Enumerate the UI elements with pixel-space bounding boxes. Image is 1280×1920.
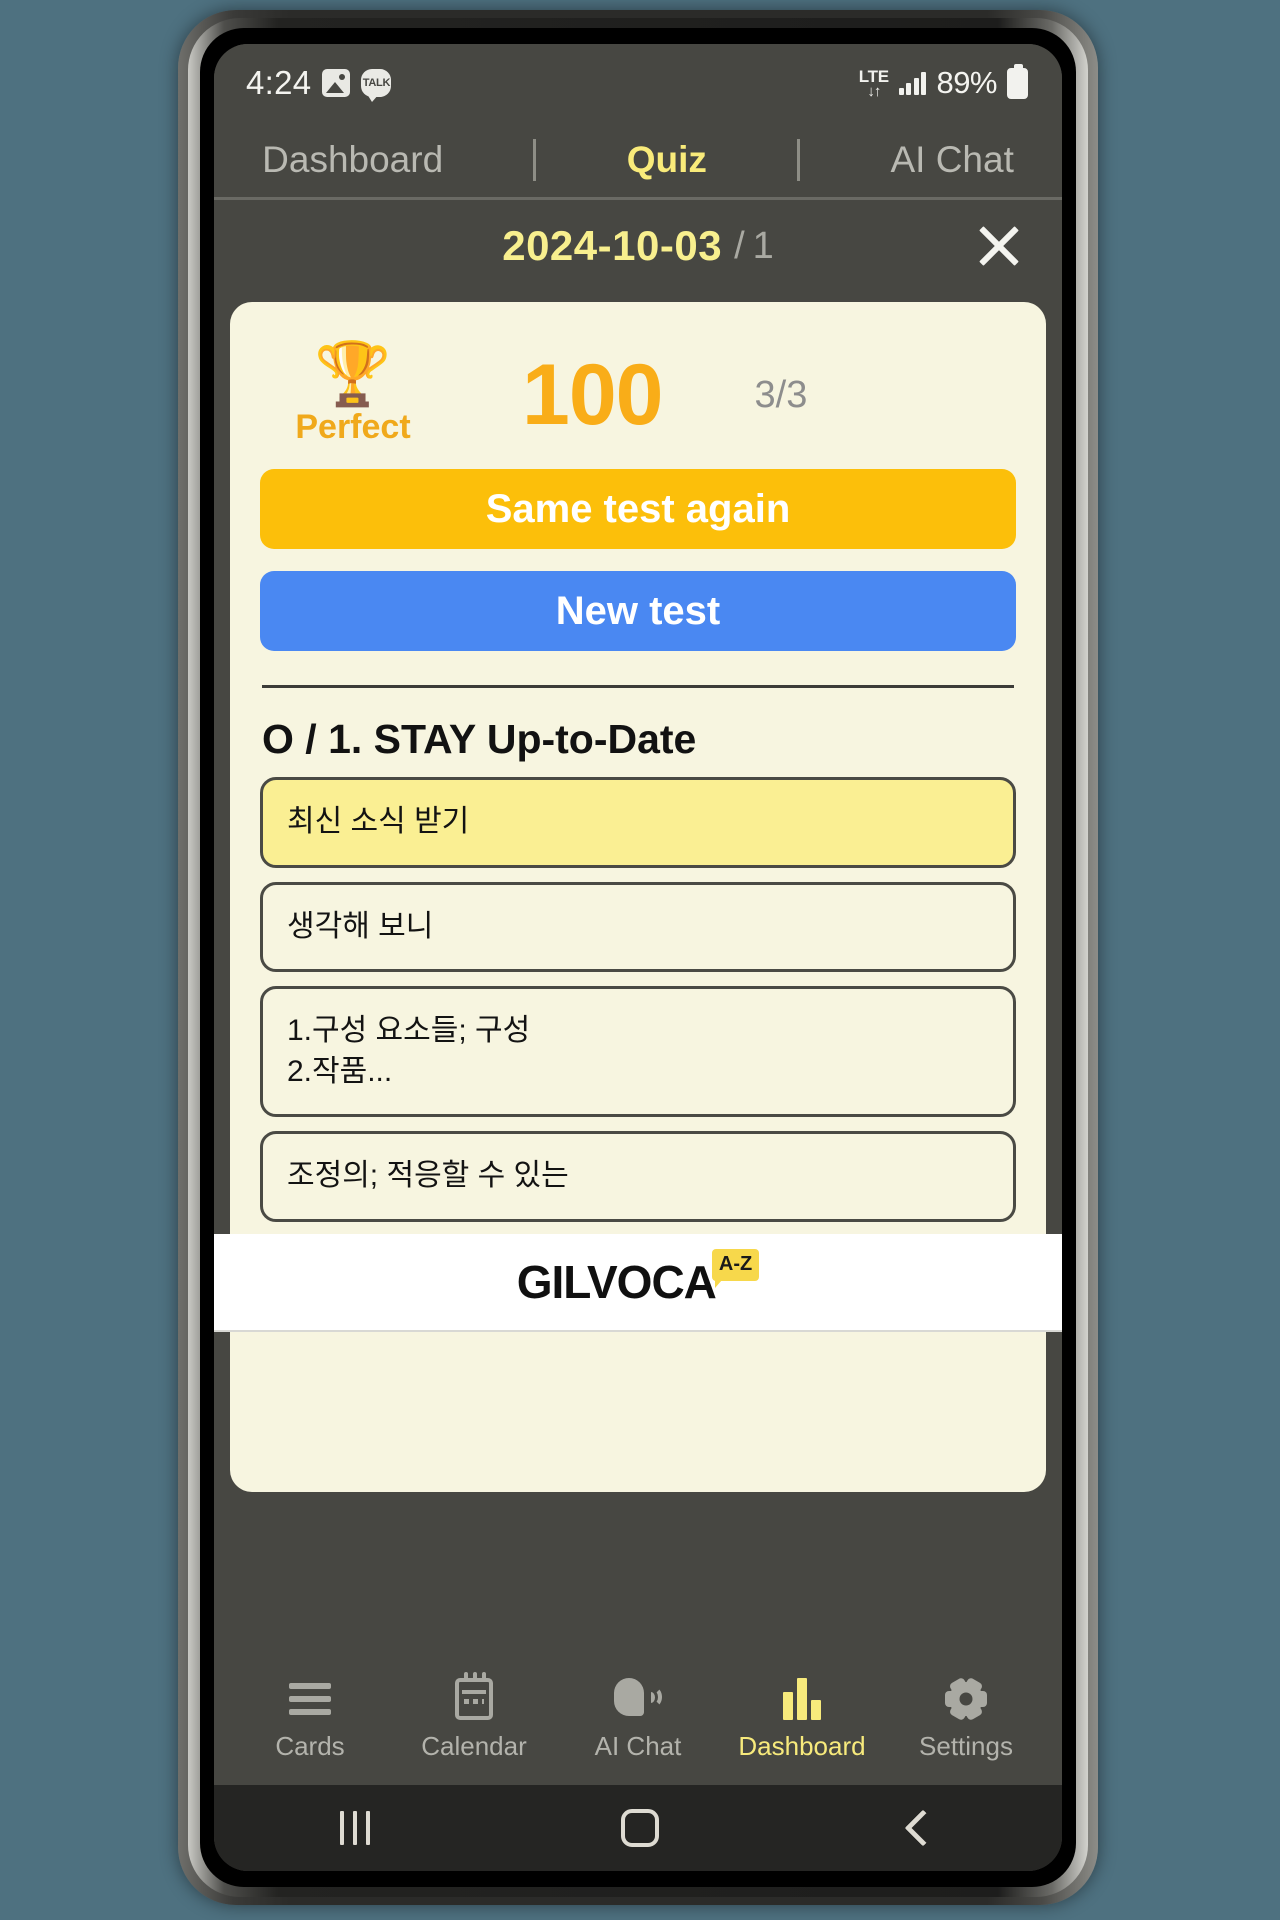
battery-icon bbox=[1007, 63, 1028, 99]
quiz-index: 1 bbox=[752, 224, 774, 267]
answer-option[interactable]: 조정의; 적응할 수 있는 bbox=[260, 1131, 1016, 1222]
nav-item-ai-chat[interactable]: AI Chat bbox=[563, 1677, 713, 1762]
android-nav-bar bbox=[214, 1785, 1062, 1871]
score-value: 100 bbox=[522, 347, 663, 443]
gear-icon bbox=[945, 1676, 987, 1721]
nav-label-cards: Cards bbox=[275, 1730, 345, 1761]
tab-ai-chat[interactable]: AI Chat bbox=[884, 139, 1019, 181]
quiz-date: 2024-10-03 bbox=[502, 222, 723, 269]
back-icon[interactable] bbox=[904, 1809, 942, 1847]
kakaotalk-icon-label: TALK bbox=[362, 77, 391, 89]
signal-icon bbox=[898, 71, 927, 95]
home-icon[interactable] bbox=[620, 1809, 659, 1847]
question-title: O / 1. STAY Up-to-Date bbox=[262, 716, 697, 762]
recents-icon[interactable] bbox=[339, 1811, 370, 1845]
status-bar-left: 4:24 TALK bbox=[246, 64, 392, 102]
quiz-header: 2024-10-03 / 1 bbox=[214, 200, 1062, 292]
card-divider bbox=[262, 685, 1014, 688]
gilvoca-logo: GILVOCA A-Z bbox=[516, 1249, 760, 1309]
logo-badge: A-Z bbox=[711, 1249, 760, 1288]
nav-item-settings[interactable]: Settings bbox=[891, 1676, 1041, 1762]
status-time: 4:24 bbox=[246, 64, 312, 101]
image-icon bbox=[322, 69, 351, 97]
score-row: 🏆 Perfect 100 3/3 bbox=[260, 338, 1016, 447]
result-badge: 🏆 Perfect bbox=[268, 344, 438, 447]
tab-separator bbox=[797, 138, 801, 181]
logo-text: GILVOCA bbox=[516, 1256, 717, 1308]
answer-option[interactable]: 생각해 보니 bbox=[260, 881, 1016, 972]
answer-option[interactable]: 최신 소식 받기 bbox=[260, 777, 1016, 868]
calendar-icon bbox=[455, 1671, 493, 1721]
bottom-nav-bar: Cards Calendar AI Chat Dashboard Setting… bbox=[214, 1653, 1062, 1785]
quiz-header-separator: / bbox=[734, 224, 745, 267]
screenshot-root: 4:24 TALK LTE ↓↑ 89% Dashboard Quiz AI C… bbox=[0, 0, 1280, 1920]
phone-screen: 4:24 TALK LTE ↓↑ 89% Dashboard Quiz AI C… bbox=[214, 44, 1062, 1871]
bar-chart-icon bbox=[783, 1677, 821, 1721]
battery-percent: 89% bbox=[936, 65, 997, 100]
ad-banner[interactable]: GILVOCA A-Z bbox=[214, 1234, 1062, 1332]
trophy-icon: 🏆 bbox=[314, 340, 392, 409]
nav-item-dashboard[interactable]: Dashboard bbox=[727, 1677, 877, 1762]
nav-item-calendar[interactable]: Calendar bbox=[399, 1671, 549, 1762]
badge-label: Perfect bbox=[295, 408, 411, 446]
nav-label-dashboard: Dashboard bbox=[738, 1730, 866, 1761]
same-test-again-button[interactable]: Same test again bbox=[260, 469, 1016, 549]
status-bar-right: LTE ↓↑ 89% bbox=[859, 63, 1028, 101]
tab-quiz[interactable]: Quiz bbox=[621, 139, 713, 181]
lte-label: LTE bbox=[858, 66, 889, 86]
answer-option[interactable]: 1.구성 요소들; 구성 2.작품... bbox=[260, 986, 1016, 1117]
answer-option-text: 최신 소식 받기 bbox=[287, 805, 470, 838]
tab-separator bbox=[533, 138, 537, 181]
close-icon[interactable] bbox=[974, 221, 1024, 271]
nav-label-calendar: Calendar bbox=[421, 1730, 527, 1761]
status-bar: 4:24 TALK LTE ↓↑ 89% bbox=[214, 44, 1062, 122]
lte-arrows: ↓↑ bbox=[867, 82, 881, 100]
tab-dashboard[interactable]: Dashboard bbox=[256, 139, 449, 181]
answer-option-text: 생각해 보니 bbox=[287, 909, 434, 943]
answer-option-text: 조정의; 적응할 수 있는 bbox=[287, 1159, 569, 1192]
nav-label-settings: Settings bbox=[919, 1730, 1013, 1761]
score-ratio: 3/3 bbox=[754, 374, 808, 416]
new-test-button[interactable]: New test bbox=[260, 571, 1016, 651]
kakaotalk-icon: TALK bbox=[361, 69, 392, 102]
lte-icon: LTE ↓↑ bbox=[859, 68, 889, 99]
nav-item-cards[interactable]: Cards bbox=[235, 1677, 385, 1762]
cards-icon bbox=[289, 1677, 331, 1721]
answer-option-text: 1.구성 요소들; 구성 2.작품... bbox=[287, 1014, 531, 1088]
nav-label-ai-chat: AI Chat bbox=[594, 1730, 682, 1761]
ai-chat-icon bbox=[614, 1677, 662, 1721]
top-tab-bar: Dashboard Quiz AI Chat bbox=[214, 122, 1062, 200]
